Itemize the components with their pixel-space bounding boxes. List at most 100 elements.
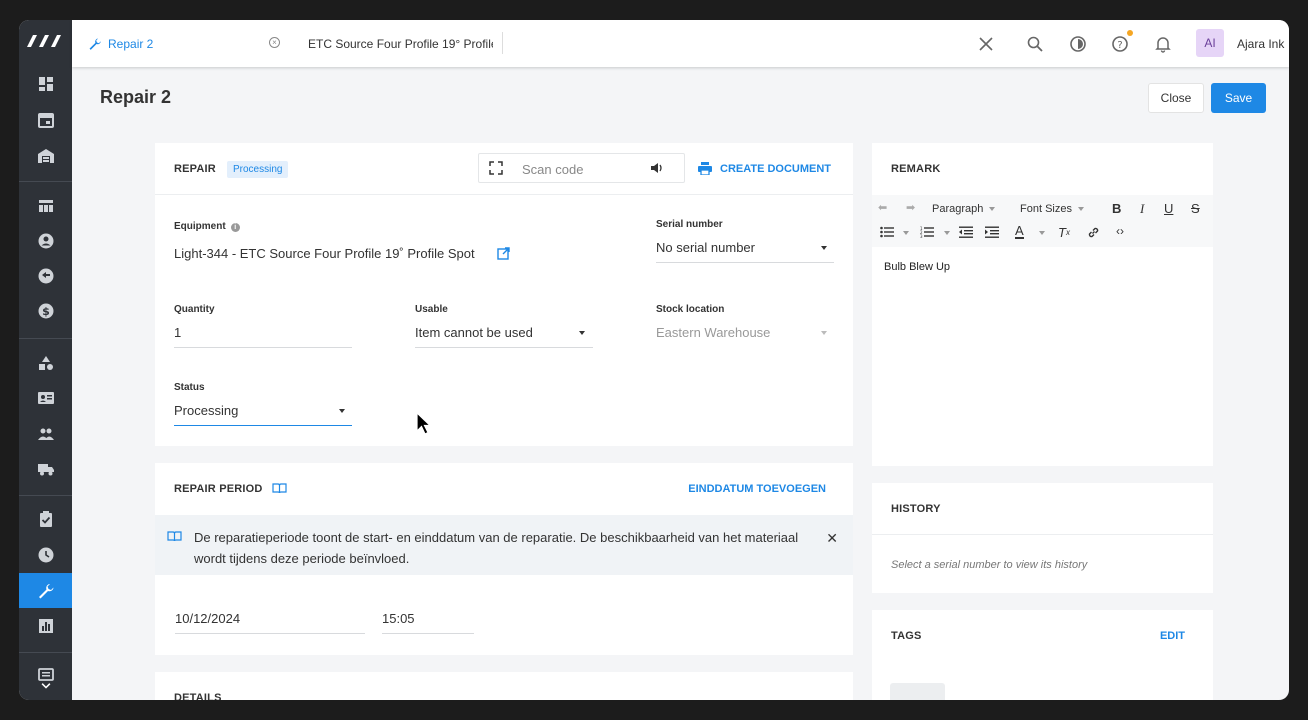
underline-icon[interactable]: U	[1164, 201, 1173, 216]
tag-chip[interactable]	[890, 683, 945, 700]
edit-tags-button[interactable]: EDIT	[1160, 630, 1185, 642]
redo-icon[interactable]: ➡	[906, 201, 915, 214]
bullet-list-icon[interactable]	[880, 226, 894, 238]
undo-icon[interactable]: ⬅	[878, 201, 887, 214]
bar-chart-icon[interactable]	[19, 608, 72, 643]
quantity-input[interactable]: 1	[174, 325, 181, 340]
numbered-list-icon[interactable]: 123	[920, 226, 934, 238]
status-select[interactable]: Processing	[174, 403, 238, 418]
chevron-down-icon[interactable]	[821, 246, 827, 250]
info-banner-text: De reparatieperiode toont de start- en e…	[194, 530, 799, 566]
field-underline	[382, 633, 474, 634]
people-icon[interactable]	[19, 416, 72, 451]
chevron-down-icon[interactable]	[339, 409, 345, 413]
field-underline	[174, 347, 352, 348]
tab-label: ETC Source Four Profile 19° Profile Spot	[308, 36, 493, 51]
scan-placeholder: Scan code	[522, 162, 584, 177]
search-icon[interactable]	[1024, 33, 1046, 55]
code-icon[interactable]: ‹›	[1116, 224, 1124, 238]
start-date-input[interactable]: 10/12/2024	[175, 611, 240, 626]
stock-location-label: Stock location	[656, 304, 725, 315]
close-icon[interactable]	[975, 33, 997, 55]
link-icon[interactable]	[1087, 226, 1100, 239]
serial-number-select[interactable]: No serial number	[656, 240, 755, 255]
chevron-down-icon	[989, 207, 996, 211]
field-underline-active	[174, 425, 352, 426]
tab-close-icon[interactable]: ×	[269, 37, 280, 48]
book-icon	[167, 531, 182, 542]
chevron-down-icon[interactable]	[1039, 231, 1045, 235]
book-icon[interactable]	[272, 483, 287, 494]
help-icon[interactable]: ?	[1109, 33, 1131, 55]
user-name[interactable]: Ajara Ink	[1237, 37, 1284, 51]
truck-icon[interactable]	[19, 451, 72, 486]
fullscreen-icon[interactable]	[489, 161, 503, 175]
clipboard-check-icon[interactable]	[19, 501, 72, 536]
avatar[interactable]: AI	[1196, 29, 1224, 57]
paragraph-select-label: Paragraph	[932, 203, 984, 215]
remark-editor[interactable]: Bulb Blew Up	[884, 261, 950, 273]
field-underline	[415, 347, 593, 348]
stock-location-select: Eastern Warehouse	[656, 325, 771, 340]
add-end-date-button[interactable]: EINDDATUM TOEVOEGEN	[688, 483, 826, 495]
contact-card-icon[interactable]	[19, 380, 72, 415]
outdent-icon[interactable]	[959, 226, 973, 238]
volume-icon[interactable]	[650, 161, 664, 175]
card-header: HISTORY	[872, 483, 1213, 535]
notification-dot	[1127, 30, 1133, 36]
tab-equipment[interactable]: ETC Source Four Profile 19° Profile Spot	[303, 20, 493, 67]
chevron-down-icon[interactable]	[903, 231, 909, 235]
nav-divider	[19, 338, 72, 339]
history-placeholder: Select a serial number to view its histo…	[891, 559, 1088, 571]
italic-icon[interactable]: I	[1140, 201, 1144, 217]
app-logo[interactable]	[27, 34, 65, 48]
theme-icon[interactable]	[1067, 33, 1089, 55]
tags-card: TAGS EDIT	[872, 610, 1213, 700]
info-icon[interactable]: i	[230, 223, 240, 232]
save-button[interactable]: Save	[1211, 83, 1266, 113]
tab-repair[interactable]: Repair 2	[88, 20, 153, 67]
chevron-down-icon[interactable]	[944, 231, 950, 235]
svg-text:$: $	[42, 305, 50, 318]
card-header: REPAIR PERIOD EINDDATUM TOEVOEGEN	[155, 463, 853, 515]
mouse-cursor-icon	[416, 412, 432, 435]
dollar-icon[interactable]: $	[19, 293, 72, 328]
card-title: HISTORY	[891, 503, 941, 515]
chevron-down-icon[interactable]	[19, 676, 72, 696]
table-icon[interactable]	[19, 188, 72, 223]
clear-format-icon[interactable]: Tx	[1058, 225, 1070, 240]
card-title: REMARK	[891, 163, 941, 175]
text-color-icon[interactable]: A	[1015, 224, 1024, 239]
usable-select[interactable]: Item cannot be used	[415, 325, 533, 340]
sync-icon[interactable]	[19, 258, 72, 293]
card-header: REPAIR Processing Scan code CREATE DOCUM…	[155, 143, 853, 195]
scan-code-input[interactable]: Scan code	[478, 153, 685, 183]
paragraph-select[interactable]: Paragraph	[932, 203, 996, 215]
usable-label: Usable	[415, 304, 448, 315]
quantity-label: Quantity	[174, 304, 215, 315]
card-title: REPAIR PERIOD	[174, 483, 287, 495]
strikethrough-icon[interactable]: S	[1191, 201, 1200, 216]
indent-icon[interactable]	[985, 226, 999, 238]
create-document-button[interactable]: CREATE DOCUMENT	[698, 162, 831, 175]
shapes-icon[interactable]	[19, 345, 72, 380]
bell-icon[interactable]	[1152, 33, 1174, 55]
start-time-input[interactable]: 15:05	[382, 611, 415, 626]
card-title: DETAILS	[174, 692, 222, 700]
details-card: DETAILS	[155, 672, 853, 700]
page-title: Repair 2	[100, 87, 172, 107]
user-icon[interactable]	[19, 223, 72, 258]
wrench-icon[interactable]	[19, 573, 72, 608]
external-link-icon[interactable]	[497, 247, 510, 260]
font-size-select[interactable]: Font Sizes	[1020, 203, 1084, 215]
chevron-down-icon[interactable]	[579, 331, 585, 335]
clock-icon[interactable]	[19, 537, 72, 572]
warehouse-icon[interactable]	[19, 138, 72, 173]
close-button[interactable]: Close	[1148, 83, 1204, 113]
close-icon[interactable]: ✕	[826, 530, 838, 547]
repair-period-card: REPAIR PERIOD EINDDATUM TOEVOEGEN De rep…	[155, 463, 853, 655]
field-underline	[175, 633, 365, 634]
dashboard-icon[interactable]	[19, 66, 72, 101]
calendar-icon[interactable]	[19, 102, 72, 137]
bold-icon[interactable]: B	[1112, 201, 1121, 216]
